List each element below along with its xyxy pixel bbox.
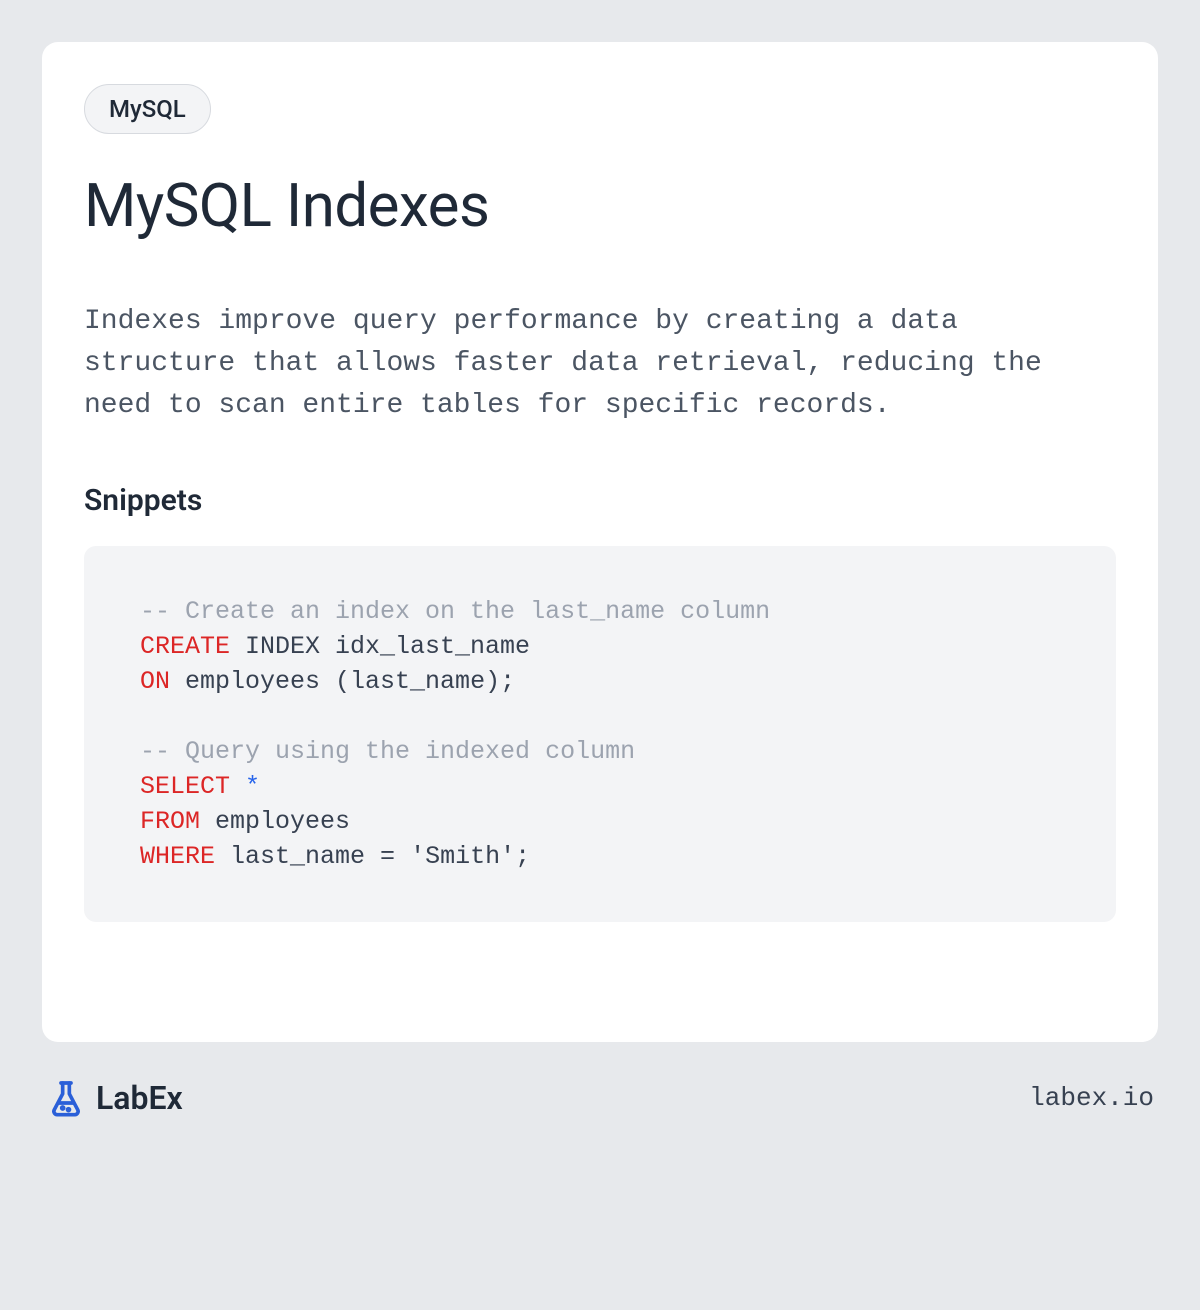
footer: LabEx labex.io: [42, 1078, 1158, 1118]
category-tag: MySQL: [84, 84, 211, 134]
footer-url: labex.io: [1029, 1083, 1154, 1113]
code-snippet: -- Create an index on the last_name colu…: [84, 546, 1116, 922]
description-text: Indexes improve query performance by cre…: [84, 301, 1116, 427]
content-card: MySQL MySQL Indexes Indexes improve quer…: [42, 42, 1158, 1042]
flask-icon: [46, 1078, 86, 1118]
page-title: MySQL Indexes: [84, 170, 1116, 241]
snippets-heading: Snippets: [84, 483, 1116, 518]
brand-name: LabEx: [96, 1079, 183, 1117]
footer-brand: LabEx: [46, 1078, 183, 1118]
